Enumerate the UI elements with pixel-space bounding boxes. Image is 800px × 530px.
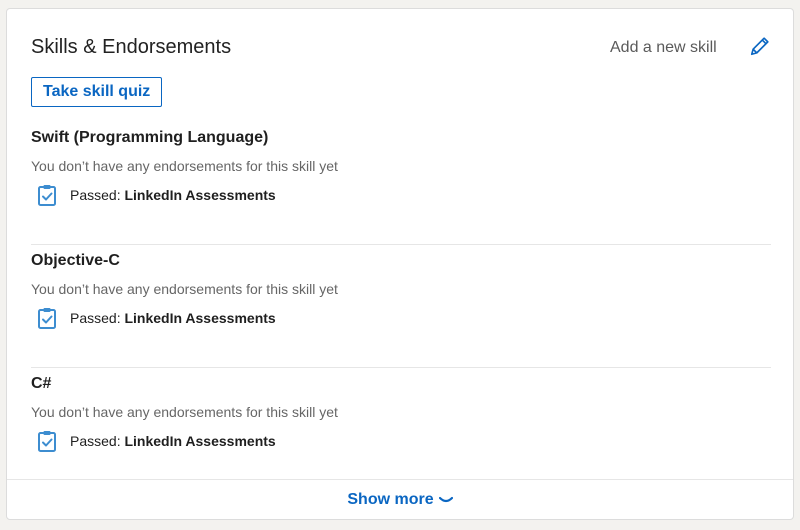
skill-name[interactable]: Objective-C	[31, 252, 120, 270]
show-more-button[interactable]: Show more	[347, 490, 453, 509]
skill-name[interactable]: Swift (Programming Language)	[31, 129, 268, 147]
clipboard-check-icon	[38, 185, 56, 206]
assessment-text: Passed: LinkedIn Assessments	[70, 433, 276, 449]
skill-item: Swift (Programming Language) You don’t h…	[31, 122, 771, 245]
assessment-name[interactable]: LinkedIn Assessments	[124, 310, 275, 326]
clipboard-check-icon	[38, 308, 56, 329]
skill-item: Objective-C You don’t have any endorseme…	[31, 245, 771, 368]
assessment-prefix: Passed:	[70, 187, 121, 203]
endorsement-status: You don’t have any endorsements for this…	[31, 158, 338, 174]
assessment-prefix: Passed:	[70, 310, 121, 326]
skills-list: Swift (Programming Language) You don’t h…	[31, 122, 771, 491]
show-more-label: Show more	[347, 490, 434, 508]
skill-name[interactable]: C#	[31, 375, 51, 393]
pencil-icon	[750, 37, 769, 56]
add-new-skill-link[interactable]: Add a new skill	[610, 39, 717, 57]
clipboard-check-icon	[38, 431, 56, 452]
take-skill-quiz-button[interactable]: Take skill quiz	[31, 77, 163, 107]
card-footer: Show more	[7, 479, 793, 519]
assessment-prefix: Passed:	[70, 433, 121, 449]
endorsement-status: You don’t have any endorsements for this…	[31, 281, 338, 297]
assessment-badge: Passed: LinkedIn Assessments	[37, 430, 276, 452]
skill-item: C# You don’t have any endorsements for t…	[31, 368, 771, 491]
assessment-badge: Passed: LinkedIn Assessments	[37, 307, 276, 329]
assessment-text: Passed: LinkedIn Assessments	[70, 310, 276, 326]
assessment-badge: Passed: LinkedIn Assessments	[37, 184, 276, 206]
skills-card: Skills & Endorsements Add a new skill Ta…	[6, 8, 794, 520]
chevron-down-icon	[438, 496, 453, 502]
section-title: Skills & Endorsements	[31, 36, 232, 58]
assessment-name[interactable]: LinkedIn Assessments	[124, 433, 275, 449]
assessment-name[interactable]: LinkedIn Assessments	[124, 187, 275, 203]
edit-skills-button[interactable]	[747, 33, 773, 59]
assessment-text: Passed: LinkedIn Assessments	[70, 187, 276, 203]
endorsement-status: You don’t have any endorsements for this…	[31, 404, 338, 420]
